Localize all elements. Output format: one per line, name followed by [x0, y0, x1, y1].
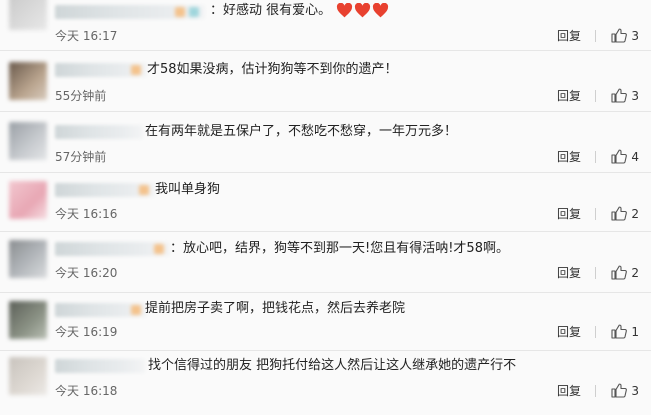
username-blurred[interactable]	[55, 63, 147, 77]
avatar[interactable]	[9, 122, 47, 160]
avatar[interactable]	[9, 181, 47, 219]
like-count: 4	[631, 149, 639, 164]
action-divider	[595, 267, 596, 279]
comment-text: 在有两年就是五保户了，不愁吃不愁穿，一年万元多！	[145, 124, 458, 139]
comment-item: 我叫单身狗 今天 16:16 回复 2	[0, 173, 651, 231]
red-heart-icon	[371, 3, 389, 18]
comment-text: 我叫单身狗	[155, 182, 221, 197]
thumb-up-icon	[611, 265, 628, 280]
red-heart-icon	[335, 3, 353, 18]
action-divider	[595, 151, 596, 163]
like-count: 2	[631, 265, 639, 280]
action-divider	[595, 30, 596, 42]
like-count: 3	[631, 28, 639, 43]
like-button[interactable]: 3	[611, 88, 639, 103]
like-button[interactable]: 2	[611, 265, 639, 280]
username-blurred[interactable]	[55, 359, 145, 373]
comment-item: ：放心吧，结界，狗等不到那一天!您且有得活呐!才58啊。 今天 16:20 回复…	[0, 232, 651, 292]
username-blurred[interactable]	[55, 5, 205, 19]
comment-time: 今天 16:16	[55, 207, 118, 221]
reply-button[interactable]: 回复	[557, 89, 581, 103]
thumb-up-icon	[611, 28, 628, 43]
like-count: 3	[631, 383, 639, 398]
reply-button[interactable]: 回复	[557, 207, 581, 221]
comment-time: 57分钟前	[55, 150, 107, 164]
action-divider	[595, 326, 596, 338]
username-blurred[interactable]	[55, 183, 155, 197]
comment-text: 找个信得过的朋友 把狗托付给这人然后让这人继承她的遗产行不	[148, 358, 517, 373]
comment-item: 在有两年就是五保户了，不愁吃不愁穿，一年万元多！ 57分钟前 回复 4	[0, 112, 651, 172]
comment-time: 55分钟前	[55, 89, 107, 103]
reply-button[interactable]: 回复	[557, 325, 581, 339]
avatar[interactable]	[9, 62, 47, 100]
username-blurred[interactable]	[55, 125, 143, 139]
thumb-up-icon	[611, 88, 628, 103]
comment-list: ：好感动 很有爱心。 今天 16:17 回复 3 才58如果没病，估计狗狗等不到…	[0, 0, 651, 415]
like-button[interactable]: 1	[611, 324, 639, 339]
comment-text: ：放心吧，结界，狗等不到那一天!您且有得活呐!才58啊。	[170, 241, 509, 256]
thumb-up-icon	[611, 206, 628, 221]
comment-time: 今天 16:18	[55, 384, 118, 398]
comment-text: 才58如果没病，估计狗狗等不到你的遗产！	[147, 62, 398, 77]
username-blurred[interactable]	[55, 303, 147, 317]
comment-item: 找个信得过的朋友 把狗托付给这人然后让这人继承她的遗产行不 今天 16:18 回…	[0, 351, 651, 415]
username-blurred[interactable]	[55, 242, 170, 256]
reply-button[interactable]: 回复	[557, 384, 581, 398]
avatar[interactable]	[9, 301, 47, 339]
action-divider	[595, 90, 596, 102]
like-button[interactable]: 3	[611, 28, 639, 43]
reply-button[interactable]: 回复	[557, 29, 581, 43]
comment-text: 提前把房子卖了啊，把钱花点，然后去养老院	[145, 301, 406, 316]
action-divider	[595, 385, 596, 397]
comment-item: ：好感动 很有爱心。 今天 16:17 回复 3	[0, 0, 651, 50]
reply-button[interactable]: 回复	[557, 266, 581, 280]
thumb-up-icon	[611, 383, 628, 398]
like-count: 3	[631, 88, 639, 103]
like-button[interactable]: 4	[611, 149, 639, 164]
comment-time: 今天 16:19	[55, 325, 118, 339]
action-divider	[595, 208, 596, 220]
avatar[interactable]	[9, 240, 47, 278]
thumb-up-icon	[611, 324, 628, 339]
comment-time: 今天 16:17	[55, 29, 118, 43]
avatar[interactable]	[9, 0, 47, 30]
comment-item: 才58如果没病，估计狗狗等不到你的遗产！ 55分钟前 回复 3	[0, 51, 651, 111]
comment-time: 今天 16:20	[55, 266, 118, 280]
red-heart-icon	[353, 3, 371, 18]
like-count: 2	[631, 206, 639, 221]
like-count: 1	[631, 324, 639, 339]
like-button[interactable]: 3	[611, 383, 639, 398]
like-button[interactable]: 2	[611, 206, 639, 221]
reply-button[interactable]: 回复	[557, 150, 581, 164]
comment-text: ：好感动 很有爱心。	[210, 3, 389, 19]
comment-item: 提前把房子卖了啊，把钱花点，然后去养老院 今天 16:19 回复 1	[0, 293, 651, 350]
avatar[interactable]	[9, 357, 47, 395]
thumb-up-icon	[611, 149, 628, 164]
